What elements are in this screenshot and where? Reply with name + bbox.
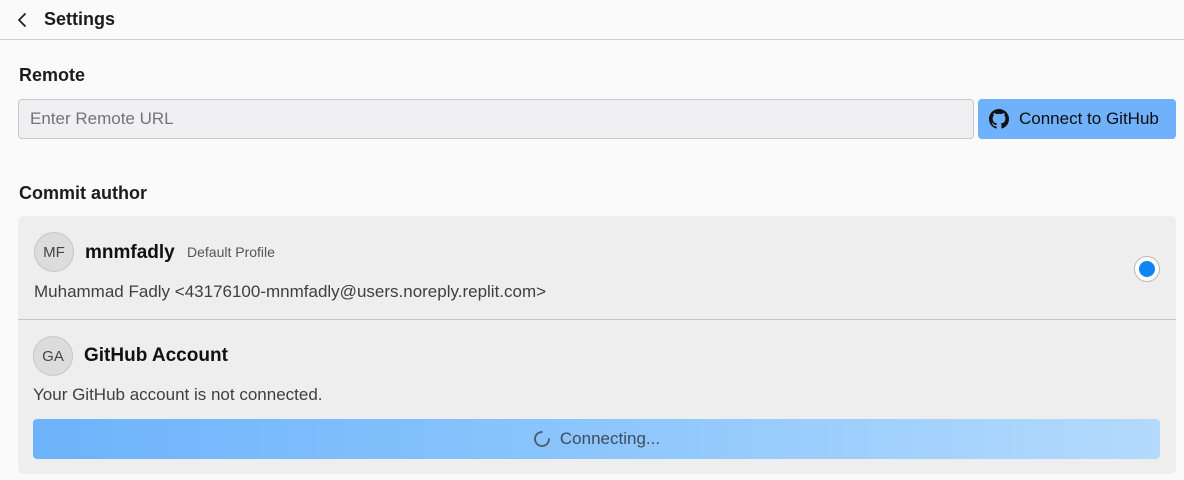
avatar: MF <box>34 232 74 272</box>
connecting-button[interactable]: Connecting... <box>33 419 1160 459</box>
github-icon <box>989 109 1009 129</box>
avatar: GA <box>33 336 73 376</box>
chevron-left-icon <box>18 12 26 27</box>
profile-username: mnmfadly <box>85 242 175 263</box>
profile-radio-button[interactable] <box>1134 256 1160 282</box>
commit-author-section-title: Commit author <box>19 183 147 203</box>
default-profile-option[interactable]: MF mnmfadly Default Profile Muhammad Fad… <box>18 216 1176 320</box>
github-status-text: Your GitHub account is not connected. <box>33 385 323 404</box>
connecting-label: Connecting... <box>559 429 661 448</box>
connect-to-github-button[interactable]: Connect to GitHub <box>978 99 1176 139</box>
github-account-title: GitHub Account <box>84 345 228 366</box>
avatar-initials: GA <box>42 347 64 365</box>
avatar-initials: MF <box>43 243 65 261</box>
settings-header: Settings <box>0 0 1184 40</box>
back-button[interactable] <box>14 11 32 29</box>
commit-author-card: MF mnmfadly Default Profile Muhammad Fad… <box>18 216 1176 474</box>
radio-selected-dot <box>1139 261 1155 277</box>
github-account-option: GA GitHub Account Your GitHub account is… <box>18 320 1176 474</box>
connect-to-github-label: Connect to GitHub <box>1019 109 1159 128</box>
spinner-icon <box>533 430 551 448</box>
default-profile-badge: Default Profile <box>187 244 275 260</box>
profile-identity: Muhammad Fadly <43176100-mnmfadly@users.… <box>34 282 547 301</box>
remote-section-title: Remote <box>19 65 86 85</box>
remote-url-input[interactable] <box>18 99 974 139</box>
page-title: Settings <box>44 9 116 29</box>
